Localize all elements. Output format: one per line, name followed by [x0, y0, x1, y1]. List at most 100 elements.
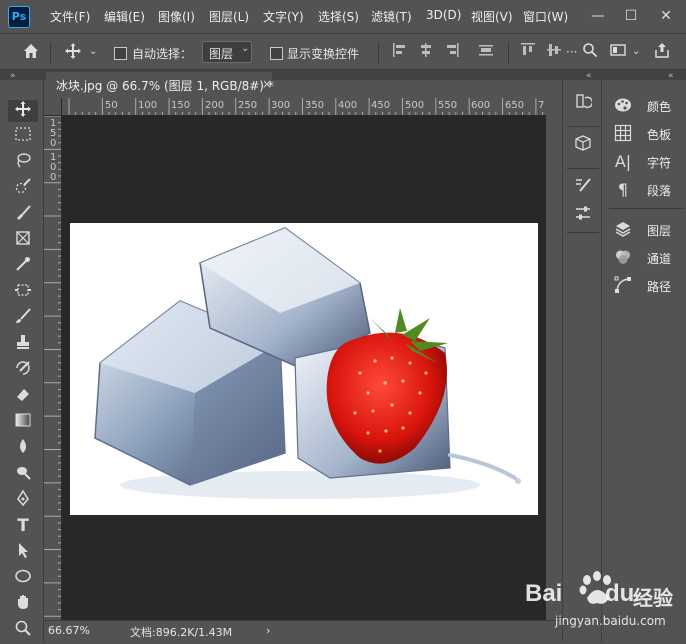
- panel-character[interactable]: A| 字符: [611, 150, 685, 174]
- history-brush-tool-icon[interactable]: [8, 359, 38, 381]
- align-middle-icon[interactable]: [546, 42, 562, 63]
- panel-label: 字符: [647, 156, 672, 170]
- marquee-tool-icon[interactable]: [8, 125, 38, 147]
- document-canvas[interactable]: [70, 223, 538, 515]
- adjustments-icon[interactable]: [571, 204, 595, 226]
- layers-icon: [613, 220, 633, 240]
- divider: [508, 42, 509, 64]
- close-window-button[interactable]: ✕: [652, 4, 680, 28]
- gradient-tool-icon[interactable]: [8, 411, 38, 433]
- ellipse-tool-icon[interactable]: [8, 567, 38, 589]
- eraser-tool-icon[interactable]: [8, 385, 38, 407]
- panel-label: 路径: [647, 280, 672, 294]
- document-tab[interactable]: 冰块.jpg @ 66.7% (图层 1, RGB/8#) *: [46, 72, 274, 98]
- crop-tool-icon[interactable]: [8, 281, 38, 303]
- status-menu-arrow-icon[interactable]: ›: [266, 624, 270, 637]
- ruler-label: 0: [50, 138, 57, 149]
- zoom-tool-icon[interactable]: [8, 619, 38, 641]
- ruler-label: 400: [338, 100, 358, 111]
- ruler-label: 550: [438, 100, 458, 111]
- zoom-level[interactable]: 66.67%: [48, 624, 90, 637]
- channels-icon: [613, 248, 633, 268]
- auto-select-label: 自动选择：: [132, 47, 193, 61]
- ruler-label: 150: [171, 100, 191, 111]
- brush-tool-icon[interactable]: [8, 307, 38, 329]
- panel-label: 段落: [647, 184, 672, 198]
- palette-icon: [613, 96, 633, 116]
- history-icon[interactable]: [571, 92, 595, 114]
- hand-tool-icon[interactable]: [8, 593, 38, 615]
- collapsed-panel-dock: [562, 80, 602, 642]
- panel-channels[interactable]: 通道: [611, 246, 685, 270]
- move-tool-icon[interactable]: [8, 100, 38, 122]
- menu-bar: Ps 文件(F) 编辑(E) 图像(I) 图层(L) 文字(Y) 选择(S) 滤…: [0, 0, 686, 34]
- menu-filter[interactable]: 滤镜(T): [371, 8, 412, 25]
- share-icon[interactable]: [654, 42, 670, 63]
- align-center-icon[interactable]: [418, 42, 434, 63]
- clone-stamp-tool-icon[interactable]: [8, 333, 38, 355]
- horizontal-ruler[interactable]: 50 100 150 200 250 300 350 400 450 500 5…: [62, 98, 546, 116]
- menu-edit[interactable]: 编辑(E): [104, 8, 145, 25]
- auto-select-checkbox[interactable]: [114, 47, 127, 60]
- menu-file[interactable]: 文件(F): [50, 8, 90, 25]
- path-select-tool-icon[interactable]: [8, 541, 38, 563]
- chevron-down-icon[interactable]: ⌄: [632, 42, 640, 62]
- paragraph-icon: ¶: [617, 180, 629, 199]
- menu-window[interactable]: 窗口(W): [523, 8, 568, 25]
- pen-tool-icon[interactable]: [8, 489, 38, 511]
- document-tab-title: 冰块.jpg @ 66.7% (图层 1, RGB/8#) *: [56, 79, 274, 93]
- options-bar: ⌄ 自动选择： 图层 ⌄ 显示变换控件 ··· ⌄: [0, 34, 686, 70]
- show-transform-label: 显示变换控件: [287, 47, 360, 61]
- vertical-ruler[interactable]: 1 5 0 1 0 0: [44, 116, 62, 620]
- distribute-icon[interactable]: [478, 42, 494, 63]
- menu-view[interactable]: 视图(V): [471, 8, 513, 25]
- search-icon[interactable]: [582, 42, 598, 63]
- panel-layers[interactable]: 图层: [611, 218, 685, 242]
- 3d-icon[interactable]: [571, 134, 595, 156]
- status-bar: 66.67% 文档:896.2K/1.43M ›: [44, 620, 560, 642]
- dodge-tool-icon[interactable]: [8, 463, 38, 485]
- menu-image[interactable]: 图像(I): [158, 8, 195, 25]
- minimize-button[interactable]: —: [584, 4, 612, 28]
- menu-3d[interactable]: 3D(D): [426, 8, 461, 22]
- align-right-icon[interactable]: [444, 42, 460, 63]
- ruler-label: 600: [471, 100, 491, 111]
- panel-color[interactable]: 颜色: [611, 94, 685, 118]
- type-tool-icon[interactable]: T: [8, 515, 38, 537]
- show-transform-checkbox[interactable]: [270, 47, 283, 60]
- eyedropper-tool-icon[interactable]: [8, 255, 38, 277]
- lasso-tool-icon[interactable]: [8, 151, 38, 173]
- menu-select[interactable]: 选择(S): [318, 8, 359, 25]
- panel-label: 色板: [647, 128, 672, 142]
- divider: [378, 42, 379, 64]
- brush-settings-icon[interactable]: [571, 176, 595, 198]
- frame-tool-icon[interactable]: [8, 229, 38, 251]
- chevron-down-icon[interactable]: ⌄: [89, 42, 97, 62]
- ruler-label: 100: [138, 100, 158, 111]
- align-top-icon[interactable]: [520, 42, 536, 63]
- more-options-icon[interactable]: ···: [566, 42, 577, 62]
- maximize-button[interactable]: ☐: [617, 4, 645, 28]
- ice-and-strawberry-image: [94, 227, 521, 499]
- ruler-label: 300: [271, 100, 291, 111]
- auto-select-target-dropdown[interactable]: 图层 ⌄: [202, 41, 252, 63]
- blur-tool-icon[interactable]: [8, 437, 38, 459]
- home-icon[interactable]: [22, 42, 40, 65]
- tools-panel: T: [0, 80, 44, 642]
- move-tool-preset-icon[interactable]: [64, 42, 82, 65]
- workspace-icon[interactable]: [610, 42, 626, 63]
- ruler-label: 250: [238, 100, 258, 111]
- divider: [567, 168, 599, 169]
- menu-type[interactable]: 文字(Y): [263, 8, 304, 25]
- align-left-icon[interactable]: [392, 42, 408, 63]
- dropdown-value: 图层: [209, 47, 234, 61]
- panel-swatches[interactable]: 色板: [611, 122, 685, 146]
- ruler-label: 450: [371, 100, 391, 111]
- brush-select-tool-icon[interactable]: [8, 203, 38, 225]
- panel-paths[interactable]: 路径: [611, 274, 685, 298]
- quick-select-tool-icon[interactable]: [8, 177, 38, 199]
- panel-paragraph[interactable]: ¶ 段落: [611, 178, 685, 202]
- menu-layer[interactable]: 图层(L): [209, 8, 249, 25]
- divider: [567, 126, 599, 127]
- close-document-icon[interactable]: ×: [262, 77, 272, 91]
